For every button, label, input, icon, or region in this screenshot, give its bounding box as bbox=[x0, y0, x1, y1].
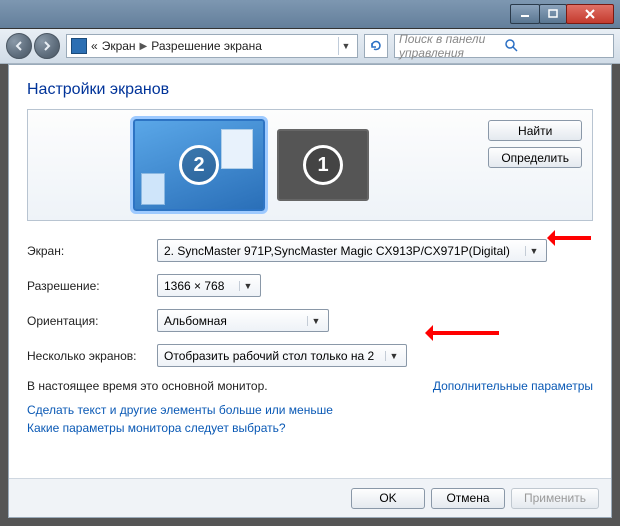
chevron-down-icon: ▼ bbox=[239, 281, 256, 291]
refresh-button[interactable] bbox=[364, 34, 388, 58]
resolution-select[interactable]: 1366 × 768 ▼ bbox=[157, 274, 261, 297]
label-multiple: Несколько экранов: bbox=[27, 349, 157, 363]
search-icon bbox=[504, 38, 609, 55]
detect-button[interactable]: Определить bbox=[488, 147, 582, 168]
apply-button: Применить bbox=[511, 488, 599, 509]
multiple-displays-value: Отобразить рабочий стол только на 2 bbox=[164, 349, 381, 363]
label-resolution: Разрешение: bbox=[27, 279, 157, 293]
nav-back-button[interactable] bbox=[6, 33, 32, 59]
breadcrumb-item[interactable]: Экран bbox=[102, 39, 136, 53]
chevron-down-icon: ▼ bbox=[525, 246, 542, 256]
monitor-2[interactable]: 2 bbox=[133, 119, 265, 211]
label-orientation: Ориентация: bbox=[27, 314, 157, 328]
chevron-down-icon: ▼ bbox=[307, 316, 324, 326]
page-title: Настройки экранов bbox=[27, 81, 593, 99]
identify-button[interactable]: Найти bbox=[488, 120, 582, 141]
breadcrumb-dropdown-icon[interactable]: ▼ bbox=[338, 37, 353, 55]
control-panel-icon bbox=[71, 38, 87, 54]
search-input[interactable]: Поиск в панели управления bbox=[394, 34, 614, 58]
resolution-select-value: 1366 × 768 bbox=[164, 279, 235, 293]
orientation-select-value: Альбомная bbox=[164, 314, 303, 328]
label-display: Экран: bbox=[27, 244, 157, 258]
display-preview: 2 1 Найти Определить bbox=[27, 109, 593, 221]
text-size-link[interactable]: Сделать текст и другие элементы больше и… bbox=[27, 403, 333, 417]
annotation-arrow bbox=[429, 331, 499, 335]
chevron-down-icon: ▼ bbox=[385, 351, 402, 361]
annotation-arrow bbox=[551, 236, 591, 240]
breadcrumb[interactable]: « Экран ▶ Разрешение экрана ▼ bbox=[66, 34, 358, 58]
which-settings-link[interactable]: Какие параметры монитора следует выбрать… bbox=[27, 421, 286, 435]
chevron-right-icon: ▶ bbox=[140, 41, 148, 52]
ok-button[interactable]: OK bbox=[351, 488, 425, 509]
dialog-footer: OK Отмена Применить bbox=[9, 478, 611, 517]
monitor-number: 1 bbox=[303, 145, 343, 185]
primary-monitor-status: В настоящее время это основной монитор. bbox=[27, 379, 268, 393]
search-placeholder: Поиск в панели управления bbox=[399, 32, 504, 60]
multiple-displays-select[interactable]: Отобразить рабочий стол только на 2 ▼ bbox=[157, 344, 407, 367]
address-bar: « Экран ▶ Разрешение экрана ▼ Поиск в па… bbox=[0, 29, 620, 64]
monitor-number: 2 bbox=[179, 145, 219, 185]
minimize-button[interactable] bbox=[510, 4, 540, 24]
page-content: Настройки экранов 2 1 Найти Определить Э… bbox=[8, 64, 612, 518]
advanced-settings-link[interactable]: Дополнительные параметры bbox=[433, 379, 593, 393]
close-button[interactable] bbox=[566, 4, 614, 24]
cancel-button[interactable]: Отмена bbox=[431, 488, 505, 509]
monitor-1[interactable]: 1 bbox=[277, 129, 369, 201]
display-select[interactable]: 2. SyncMaster 971P,SyncMaster Magic CX91… bbox=[157, 239, 547, 262]
nav-forward-button[interactable] bbox=[34, 33, 60, 59]
orientation-select[interactable]: Альбомная ▼ bbox=[157, 309, 329, 332]
window-titlebar bbox=[0, 0, 620, 29]
breadcrumb-item[interactable]: Разрешение экрана bbox=[151, 39, 262, 53]
breadcrumb-prefix: « bbox=[91, 39, 98, 53]
maximize-button[interactable] bbox=[539, 4, 567, 24]
display-select-value: 2. SyncMaster 971P,SyncMaster Magic CX91… bbox=[164, 244, 521, 258]
